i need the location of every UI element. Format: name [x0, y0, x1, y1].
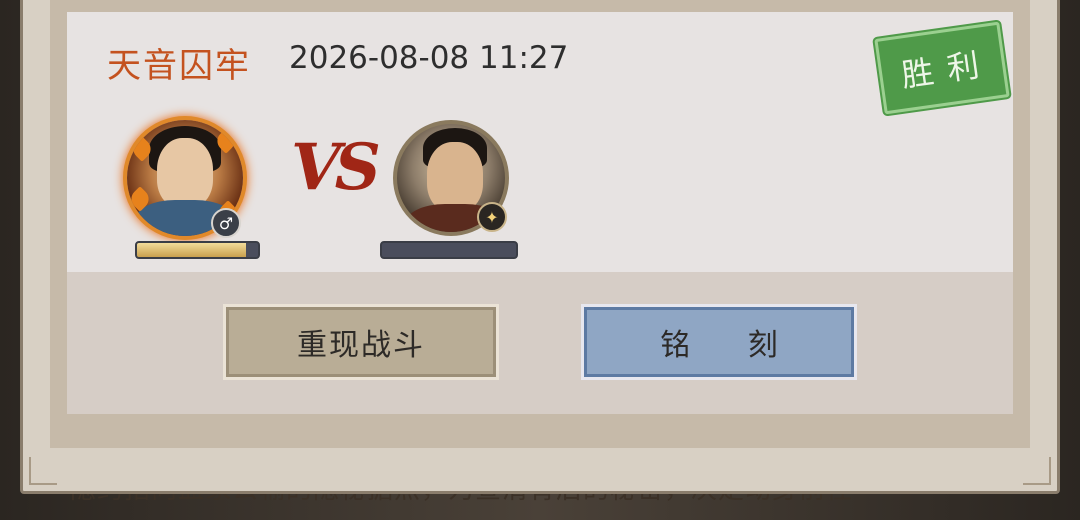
battle-record-card: 天音囚牢 2026-08-08 11:27 胜利 ♂ VS ✦ 重现战斗 铭 刻	[67, 12, 1013, 414]
battle-timestamp: 2026-08-08 11:27	[289, 40, 569, 76]
battle-location-title: 天音囚牢	[107, 46, 251, 86]
victory-stamp: 胜利	[874, 21, 1010, 115]
frame-corner-ornament	[1023, 457, 1051, 485]
battle-info-area: 天音囚牢 2026-08-08 11:27 胜利 ♂ VS ✦	[67, 12, 1013, 272]
player-progress-bar	[135, 241, 260, 259]
versus-label: VS	[291, 130, 381, 205]
eagle-emblem-icon: ✦	[477, 202, 507, 232]
player-progress-fill	[137, 243, 246, 257]
opponent-progress-bar	[380, 241, 518, 259]
victory-stamp-text: 胜利	[899, 44, 996, 95]
replay-battle-button[interactable]: 重现战斗	[223, 304, 499, 380]
male-gender-icon: ♂	[211, 208, 241, 238]
frame-corner-ornament	[29, 457, 57, 485]
engrave-button[interactable]: 铭 刻	[581, 304, 857, 380]
